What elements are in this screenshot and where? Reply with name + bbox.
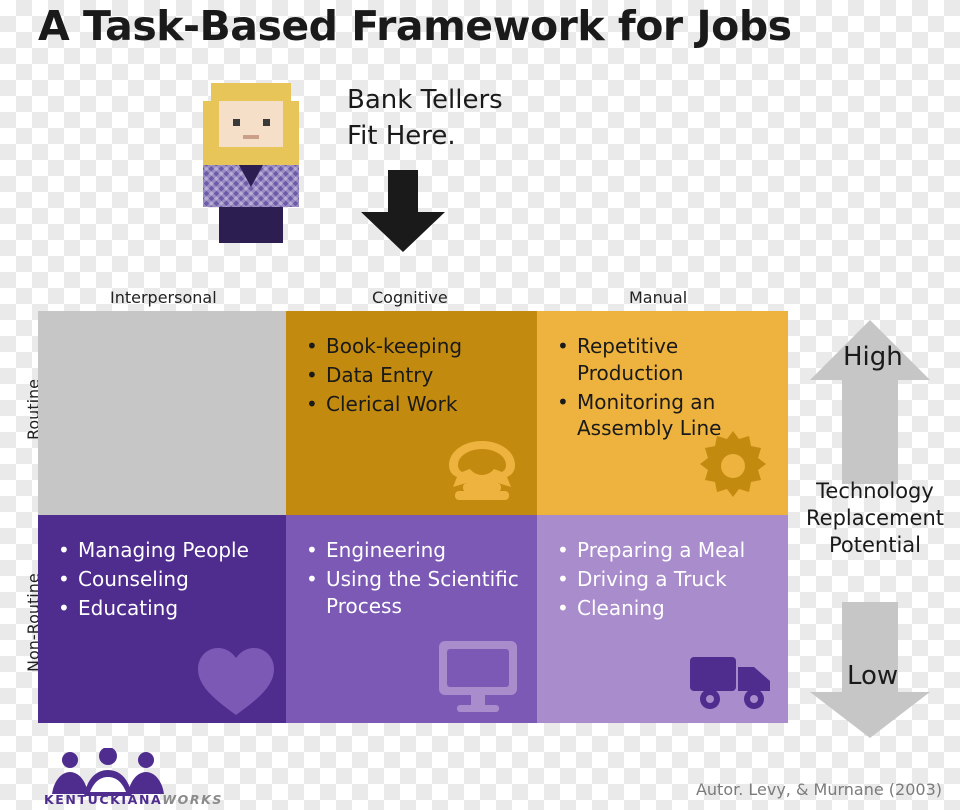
gauge-label-high: High [843, 342, 903, 372]
cell-cognitive-routine: Book-keeping Data Entry Clerical Work [286, 311, 537, 515]
list-item: Driving a Truck [557, 566, 772, 593]
list-item: Monitoring an Assembly Line [557, 389, 772, 443]
list-item: Preparing a Meal [557, 537, 772, 564]
column-header-manual: Manual [629, 288, 688, 307]
heart-icon [194, 641, 278, 723]
cell-interpersonal-routine [38, 311, 286, 515]
telephone-icon [437, 435, 527, 511]
cell-cognitive-nonroutine: Engineering Using the Scientific Process [286, 515, 537, 723]
column-header-cognitive: Cognitive [372, 288, 448, 307]
list-item: Book-keeping [306, 333, 521, 360]
list-item: Repetitive Production [557, 333, 772, 387]
logo-name-accent: WORKS [162, 792, 224, 807]
list-item: Managing People [58, 537, 270, 564]
list-item: Counseling [58, 566, 270, 593]
cell-manual-routine: Repetitive Production Monitoring an Asse… [537, 311, 788, 515]
monitor-icon [437, 639, 519, 717]
annotation-line-1: Bank Tellers [347, 85, 503, 115]
gauge-label-low: Low [847, 661, 899, 691]
annotation-line-2: Fit Here. [347, 120, 456, 151]
pixel-person-icon [203, 83, 299, 243]
list-item: Data Entry [306, 362, 521, 389]
cell-manual-nonroutine: Preparing a Meal Driving a Truck Cleanin… [537, 515, 788, 723]
truck-icon [688, 649, 774, 715]
list-item: Educating [58, 595, 270, 622]
source-credit: Autor. Levy, & Murnane (2003) [695, 780, 942, 799]
column-header-interpersonal: Interpersonal [110, 288, 217, 307]
page-title: A Task-Based Framework for Jobs [38, 2, 792, 50]
task-matrix: Book-keeping Data Entry Clerical Work Re… [38, 311, 788, 723]
down-arrow-icon [355, 170, 451, 252]
list-item: Cleaning [557, 595, 772, 622]
cell-interpersonal-nonroutine: Managing People Counseling Educating [38, 515, 286, 723]
logo-name-main: KENTUCKIANA [44, 792, 163, 807]
list-item: Clerical Work [306, 391, 521, 418]
annotation-text: Bank Tellers Fit Here. [347, 83, 503, 155]
gauge-caption: Technology Replacement Potential [806, 479, 944, 557]
list-item: Using the Scientific Process [306, 566, 521, 620]
logo-wordmark: KENTUCKIANAWORKS [44, 792, 223, 807]
list-item: Engineering [306, 537, 521, 564]
